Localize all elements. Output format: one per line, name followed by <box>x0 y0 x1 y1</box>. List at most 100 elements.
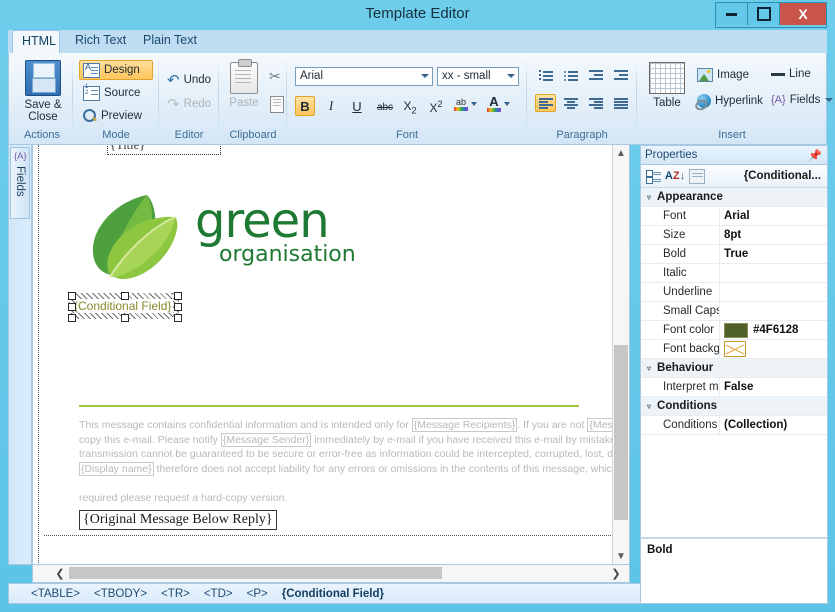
property-row-interpret[interactable]: Interpret m False <box>641 378 827 397</box>
property-category-behaviour[interactable]: ▿ Behaviour <box>641 359 827 378</box>
fields-panel-tab[interactable]: {A} Fields <box>10 147 30 219</box>
scroll-right-icon[interactable]: ❯ <box>607 565 625 581</box>
scroll-down-icon[interactable]: ▼ <box>613 548 629 564</box>
paste-button[interactable]: Paste <box>225 59 263 109</box>
align-center-button[interactable] <box>560 94 581 112</box>
mode-design-button[interactable]: Design <box>79 60 153 80</box>
font-family-combo[interactable]: Arial <box>295 67 433 86</box>
save-and-close-button[interactable]: Save & Close <box>21 60 65 123</box>
categorized-view-button[interactable] <box>645 169 661 184</box>
status-tag-table[interactable]: <TABLE> <box>31 588 80 600</box>
property-value[interactable] <box>719 302 827 320</box>
status-tag-p[interactable]: <P> <box>247 588 268 600</box>
maximize-button[interactable] <box>748 3 780 25</box>
insert-fields-button[interactable]: {A} Fields <box>767 92 835 108</box>
property-value[interactable] <box>719 264 827 282</box>
minimize-button[interactable] <box>716 3 748 25</box>
font-background-empty-swatch[interactable] <box>724 341 746 357</box>
property-value[interactable] <box>719 283 827 301</box>
property-row-bold[interactable]: Bold True <box>641 245 827 264</box>
editor-horizontal-scrollbar[interactable]: ❮ ❯ <box>32 565 630 583</box>
resize-handle[interactable] <box>174 292 182 300</box>
highlight-dropdown-arrow[interactable] <box>470 100 478 108</box>
property-row-font-color[interactable]: Font color #4F6128 <box>641 321 827 340</box>
mode-preview-button[interactable]: Preview <box>79 106 153 126</box>
font-color-button[interactable]: A <box>484 94 504 114</box>
resize-handle[interactable] <box>121 314 129 322</box>
font-color-swatch[interactable] <box>724 322 748 338</box>
horizontal-scroll-thumb[interactable] <box>69 567 442 579</box>
pin-icon[interactable]: 📌 <box>808 149 822 162</box>
italic-button[interactable]: I <box>321 96 341 116</box>
insert-line-button[interactable]: Line <box>767 66 815 82</box>
property-category-appearance[interactable]: ▿ Appearance <box>641 188 827 207</box>
property-row-size[interactable]: Size 8pt <box>641 226 827 245</box>
property-value-cell[interactable]: #4F6128 <box>719 321 827 339</box>
align-right-button[interactable] <box>585 94 606 112</box>
resize-handle[interactable] <box>174 314 182 322</box>
field-token-message-recipients[interactable]: {Message Recipients} <box>411 418 518 432</box>
bulleted-list-button[interactable] <box>560 66 581 84</box>
original-message-field[interactable]: {Original Message Below Reply} <box>79 510 277 530</box>
undo-button[interactable]: ↶ Undo <box>163 70 217 90</box>
copy-button[interactable] <box>266 94 288 115</box>
tab-html[interactable]: HTML <box>12 30 60 53</box>
cut-button[interactable]: ✂ <box>265 66 285 87</box>
property-value[interactable]: 8pt <box>719 226 827 244</box>
strikethrough-button[interactable]: abc <box>375 97 395 117</box>
property-value-cell[interactable] <box>719 340 827 358</box>
superscript-button[interactable]: X2 <box>426 97 446 117</box>
insert-image-button[interactable]: Image <box>693 66 753 84</box>
property-row-small-caps[interactable]: Small Caps <box>641 302 827 321</box>
property-value[interactable]: False <box>719 378 827 396</box>
resize-handle[interactable] <box>68 292 76 300</box>
insert-table-button[interactable]: Table <box>645 62 689 109</box>
property-value[interactable]: True <box>719 245 827 263</box>
title-field[interactable]: {Title} <box>107 145 221 155</box>
resize-handle[interactable] <box>68 303 76 311</box>
scroll-left-icon[interactable]: ❮ <box>51 565 69 581</box>
underline-button[interactable]: U <box>347 96 367 116</box>
status-tag-tr[interactable]: <TR> <box>161 588 190 600</box>
property-value[interactable]: (Collection) <box>719 416 827 434</box>
status-current-element[interactable]: {Conditional Field} <box>282 588 384 600</box>
insert-hyperlink-button[interactable]: Hyperlink <box>693 92 767 110</box>
property-row-italic[interactable]: Italic <box>641 264 827 283</box>
mode-source-button[interactable]: Source <box>79 83 153 103</box>
resize-handle[interactable] <box>121 292 129 300</box>
vertical-scroll-thumb[interactable] <box>614 345 628 520</box>
property-pages-button[interactable] <box>689 168 705 184</box>
selected-conditional-field[interactable]: {Conditional Field} <box>68 292 182 322</box>
property-row-underline[interactable]: Underline <box>641 283 827 302</box>
status-tag-tbody[interactable]: <TBODY> <box>94 588 147 600</box>
highlight-color-button[interactable]: ab <box>451 94 471 114</box>
subscript-button[interactable]: X2 <box>400 97 420 117</box>
redo-button[interactable]: ↷ Redo <box>163 94 217 114</box>
font-color-dropdown-arrow[interactable] <box>503 100 511 108</box>
align-left-button[interactable] <box>535 94 556 112</box>
increase-indent-button[interactable] <box>610 66 631 84</box>
document-editor[interactable]: {Title} green organisation {Conditional … <box>32 145 630 565</box>
resize-handle[interactable] <box>174 303 182 311</box>
close-button[interactable]: X <box>780 3 826 25</box>
status-tag-td[interactable]: <TD> <box>204 588 233 600</box>
decrease-indent-button[interactable] <box>585 66 606 84</box>
tab-plain-text[interactable]: Plain Text <box>134 30 206 53</box>
tab-rich-text[interactable]: Rich Text <box>66 30 135 53</box>
alphabetical-sort-button[interactable]: AZ↓ <box>665 169 685 184</box>
property-row-conditions[interactable]: Conditions (Collection) <box>641 416 827 435</box>
numbered-list-button[interactable] <box>535 66 556 84</box>
bold-button[interactable]: B <box>295 96 315 116</box>
scroll-up-icon[interactable]: ▲ <box>613 145 629 162</box>
resize-handle[interactable] <box>68 314 76 322</box>
property-value[interactable]: Arial <box>719 207 827 225</box>
properties-grid[interactable]: ▿ Appearance Font Arial Size 8pt Bold Tr… <box>641 188 827 538</box>
field-token-message-sender[interactable]: {Message Sender} <box>220 432 312 447</box>
property-row-font-background[interactable]: Font backg <box>641 340 827 359</box>
align-justify-button[interactable] <box>610 94 631 112</box>
property-row-font[interactable]: Font Arial <box>641 207 827 226</box>
property-category-conditions[interactable]: ▿ Conditions <box>641 397 827 416</box>
field-token-display-name[interactable]: {Display name} <box>79 461 154 476</box>
font-size-combo[interactable]: xx - small <box>437 67 519 86</box>
editor-vertical-scrollbar[interactable]: ▲ ▼ <box>612 145 629 564</box>
